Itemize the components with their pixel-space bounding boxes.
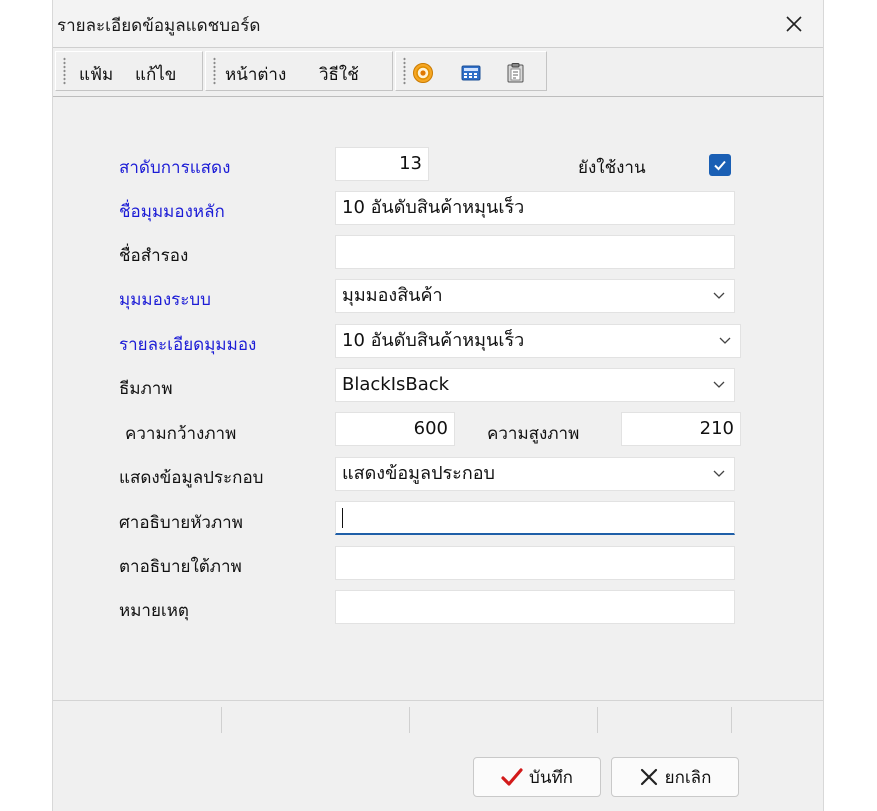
show-info-value: แสดงข้อมูลประกอบ [342,463,495,484]
active-checkbox[interactable] [709,154,731,176]
width-input[interactable]: 600 [335,412,455,446]
form-area: สาดับการแสดง 13 ยังใช้งาน ชื่อมุมมองหลัก… [53,97,823,700]
clipboard-icon[interactable] [505,62,527,84]
theme-select[interactable]: BlackIsBack [335,368,735,402]
system-view-value: มุมมองสินค้า [342,285,443,306]
header-desc-label: ศาอธิบายหัวภาพ [119,513,243,533]
main-view-input[interactable]: 10 อันดับสินค้าหมุนเร็ว [335,191,735,225]
status-divider [409,707,410,733]
check-icon [501,768,523,786]
menu-group-1 [55,51,203,91]
calculator-icon[interactable] [460,62,482,84]
height-input[interactable]: 210 [621,412,741,446]
menu-edit[interactable]: แก้ไข [135,61,176,88]
menu-window[interactable]: หน้าต่าง [225,61,286,88]
view-detail-value: 10 อันดับสินค้าหมุนเร็ว [342,330,525,351]
system-view-label: มุมมองระบบ [119,290,211,310]
close-icon [786,15,802,32]
system-view-select[interactable]: มุมมองสินค้า [335,279,735,313]
theme-label: ธีมภาพ [119,379,173,399]
save-label: บันทึก [529,767,573,788]
toolbar-grip[interactable] [213,57,216,85]
height-label: ความสูงภาพ [487,424,580,444]
cancel-label: ยกเลิก [664,767,712,788]
view-detail-select[interactable]: 10 อันดับสินค้าหมุนเร็ว [335,324,741,358]
status-divider [597,707,598,733]
header-desc-input[interactable] [335,501,735,535]
chevron-down-icon [713,292,725,299]
cancel-button[interactable]: ยกเลิก [611,757,739,797]
chevron-down-icon [713,381,725,388]
chevron-down-icon [713,470,725,477]
status-divider [731,707,732,733]
note-input[interactable] [335,590,735,624]
note-label: หมายเหตุ [119,601,189,621]
menu-help[interactable]: วิธีใช้ [319,61,359,88]
show-info-label: แสดงข้อมูลประกอบ [119,468,264,488]
alt-name-input[interactable] [335,235,735,269]
menu-toolbar: แฟ้ม แก้ไข หน้าต่าง วิธีใช้ [53,47,823,97]
checkmark-icon [714,160,726,171]
chevron-down-icon [719,337,731,344]
show-info-select[interactable]: แสดงข้อมูลประกอบ [335,457,735,491]
text-cursor [342,508,343,528]
footer-desc-input[interactable] [335,546,735,580]
active-label: ยังใช้งาน [578,158,646,178]
toolbar-grip[interactable] [63,57,66,85]
title-bar: รายละเอียดข้อมูลแดชบอร์ด [53,0,823,47]
width-label: ความกว้างภาพ [125,424,237,444]
alt-name-label: ชื่อสำรอง [119,246,189,266]
save-button[interactable]: บันทึก [473,757,601,797]
theme-value: BlackIsBack [342,374,450,395]
footer-desc-label: ตาอธิบายใต้ภาพ [119,557,242,577]
toolbar-grip[interactable] [403,57,406,85]
target-icon[interactable] [412,62,434,84]
status-divider [221,707,222,733]
order-input[interactable]: 13 [335,147,429,181]
view-detail-label: รายละเอียดมุมมอง [119,335,257,355]
close-button[interactable] [765,0,823,47]
order-label: สาดับการแสดง [119,158,231,178]
menu-file[interactable]: แฟ้ม [79,61,113,88]
status-bar [53,700,823,736]
cross-icon [640,768,657,786]
dashboard-detail-window: รายละเอียดข้อมูลแดชบอร์ด แฟ้ม แก้ไข หน้า… [52,0,824,811]
window-title: รายละเอียดข้อมูลแดชบอร์ด [57,16,261,36]
main-view-label: ชื่อมุมมองหลัก [119,202,225,222]
